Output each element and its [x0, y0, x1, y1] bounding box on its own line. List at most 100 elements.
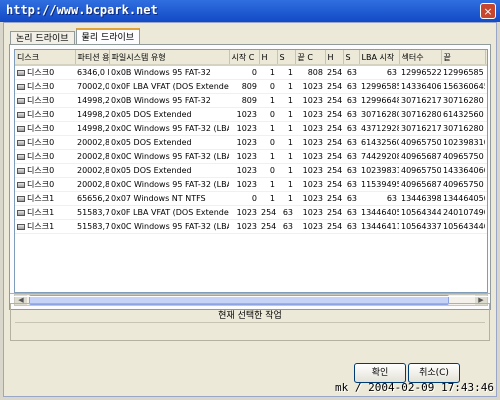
- table-cell: 1: [259, 93, 277, 108]
- column-header[interactable]: 시작 C: [229, 50, 260, 66]
- table-cell: 254: [325, 121, 343, 136]
- table-cell: 63: [343, 191, 359, 206]
- table-cell: 809: [229, 79, 259, 94]
- table-row[interactable]: 디스크014998,2 MB0x05 DOS Extended102301102…: [15, 107, 487, 122]
- table-cell: 240107490: [441, 205, 485, 220]
- column-header[interactable]: 파일시스템 유형: [109, 50, 230, 66]
- window-title: http://www.bcpark.net: [6, 3, 158, 17]
- disk-label: 디스크1: [27, 208, 55, 217]
- table-cell: 1: [277, 121, 295, 136]
- table-cell: 809: [229, 93, 259, 108]
- table-cell: 1: [277, 163, 295, 178]
- table-cell: 0x05 DOS Extended: [109, 163, 229, 178]
- disk-label: 디스크0: [27, 124, 55, 133]
- table-cell: [485, 177, 487, 192]
- table-cell: 1023: [229, 149, 259, 164]
- table-cell: [485, 121, 487, 136]
- table-cell: 70002,0 MB: [75, 79, 109, 94]
- table-cell: 1: [259, 149, 277, 164]
- column-header[interactable]: 섹터수: [399, 50, 442, 66]
- table-cell: 134464050: [441, 191, 485, 206]
- column-header[interactable]: LBA 시작: [359, 50, 400, 66]
- disk-icon: [17, 181, 25, 188]
- table-cell: 1: [259, 177, 277, 192]
- table-cell: 1: [277, 93, 295, 108]
- disk-icon: [17, 153, 25, 160]
- close-button[interactable]: ×: [480, 3, 496, 19]
- table-row[interactable]: 디스크0 70002,0 MB0x0F LBA VFAT (DOS Extende…: [15, 79, 487, 94]
- disk-cell: 디스크0: [15, 107, 75, 122]
- table-row[interactable]: 디스크165656,2 MB0x07 Windows NT NTFS011102…: [15, 191, 487, 206]
- column-header[interactable]: 활성: [485, 50, 487, 66]
- partition-list[interactable]: 디스크파티션 용량파일시스템 유형시작 CHS끝 CHSLBA 시작섹터수끝활성…: [14, 49, 488, 293]
- column-header[interactable]: H: [325, 50, 344, 66]
- table-cell: 134463987: [399, 191, 441, 206]
- disk-cell: 디스크0: [15, 135, 75, 150]
- disk-cell: 디스크0: [15, 177, 75, 192]
- disk-label: 디스크0: [27, 152, 55, 161]
- column-header[interactable]: S: [343, 50, 360, 66]
- table-cell: 14998,2 MB: [75, 93, 109, 108]
- table-cell: 254: [259, 205, 277, 220]
- table-cell: 143364060: [441, 163, 485, 178]
- column-header[interactable]: 끝 C: [295, 50, 326, 66]
- column-header[interactable]: 파티션 용량: [75, 50, 110, 66]
- table-row[interactable]: 디스크014998,2 MB0x0B Windows 95 FAT-328091…: [15, 93, 487, 108]
- table-cell: 40965750: [441, 177, 485, 192]
- disk-icon: [17, 97, 25, 104]
- table-row[interactable]: 디스크1 51583,7 MB0x0C Windows 95 FAT-32 (LB…: [15, 219, 487, 234]
- table-cell: 102398310: [441, 135, 485, 150]
- disk-icon: [17, 167, 25, 174]
- table-header-row: 디스크파티션 용량파일시스템 유형시작 CHS끝 CHSLBA 시작섹터수끝활성: [15, 50, 487, 66]
- table-cell: 20002,8 MB: [75, 149, 109, 164]
- disk-icon: [17, 125, 25, 132]
- table-cell: 808: [295, 65, 325, 80]
- disk-cell: 디스크0: [15, 149, 75, 164]
- table-cell: 14998,2 MB: [75, 121, 109, 136]
- table-row[interactable]: 디스크020002,8 MB0x05 DOS Extended102301102…: [15, 135, 487, 150]
- table-cell: 1: [277, 177, 295, 192]
- table-cell: 105643440: [399, 205, 441, 220]
- table-row[interactable]: 디스크1 51583,7 MB0x0F LBA VFAT (DOS Extende…: [15, 205, 487, 220]
- table-row[interactable]: 디스크06346,0 MB0x0B Windows 95 FAT-3201180…: [15, 65, 487, 80]
- table-cell: 254: [325, 93, 343, 108]
- table-cell: 1023: [295, 135, 325, 150]
- table-cell: 1023: [295, 149, 325, 164]
- table-cell: 20002,8 MB: [75, 163, 109, 178]
- column-header[interactable]: H: [259, 50, 278, 66]
- table-cell: 0x0B Windows 95 FAT-32: [109, 65, 229, 80]
- table-row[interactable]: 디스크020002,8 MB0x05 DOS Extended102301102…: [15, 163, 487, 178]
- table-cell: 12996585: [441, 65, 485, 80]
- disk-label: 디스크1: [27, 194, 55, 203]
- table-cell: 63: [343, 177, 359, 192]
- table-cell: 40965687: [399, 177, 441, 192]
- table-cell: 63: [343, 65, 359, 80]
- table-cell: 0x0C Windows 95 FAT-32 (LBA): [109, 121, 229, 136]
- table-cell: 63: [277, 219, 295, 234]
- table-cell: 12996522: [399, 65, 441, 80]
- table-row[interactable]: 디스크0 14998,2 MB0x0C Windows 95 FAT-32 (LB…: [15, 121, 487, 136]
- table-cell: 0: [259, 135, 277, 150]
- table-cell: 0: [259, 79, 277, 94]
- disk-cell: 디스크0: [15, 163, 75, 178]
- column-header[interactable]: 끝: [441, 50, 486, 66]
- table-cell: 254: [325, 135, 343, 150]
- ok-button[interactable]: 확인: [354, 363, 406, 383]
- table-cell: 0x0C Windows 95 FAT-32 (LBA): [109, 149, 229, 164]
- table-row[interactable]: 디스크0 20002,8 MB0x0C Windows 95 FAT-32 (LB…: [15, 149, 487, 164]
- close-icon: ×: [483, 5, 493, 18]
- table-cell: 1023: [229, 163, 259, 178]
- table-cell: 61432560: [441, 107, 485, 122]
- table-cell: 134464050: [359, 205, 399, 220]
- column-header[interactable]: S: [277, 50, 296, 66]
- cancel-button[interactable]: 취소(C): [408, 363, 460, 383]
- table-cell: 105643440: [441, 219, 485, 234]
- status-divider: [15, 322, 485, 323]
- column-header[interactable]: 디스크: [15, 50, 76, 66]
- table-row[interactable]: 디스크0 20002,8 MB0x0C Windows 95 FAT-32 (LB…: [15, 177, 487, 192]
- table-cell: 254: [325, 107, 343, 122]
- disk-cell: 디스크0: [15, 93, 75, 108]
- table-cell: 63: [343, 121, 359, 136]
- table-cell: 1: [277, 135, 295, 150]
- disk-icon: [17, 209, 25, 216]
